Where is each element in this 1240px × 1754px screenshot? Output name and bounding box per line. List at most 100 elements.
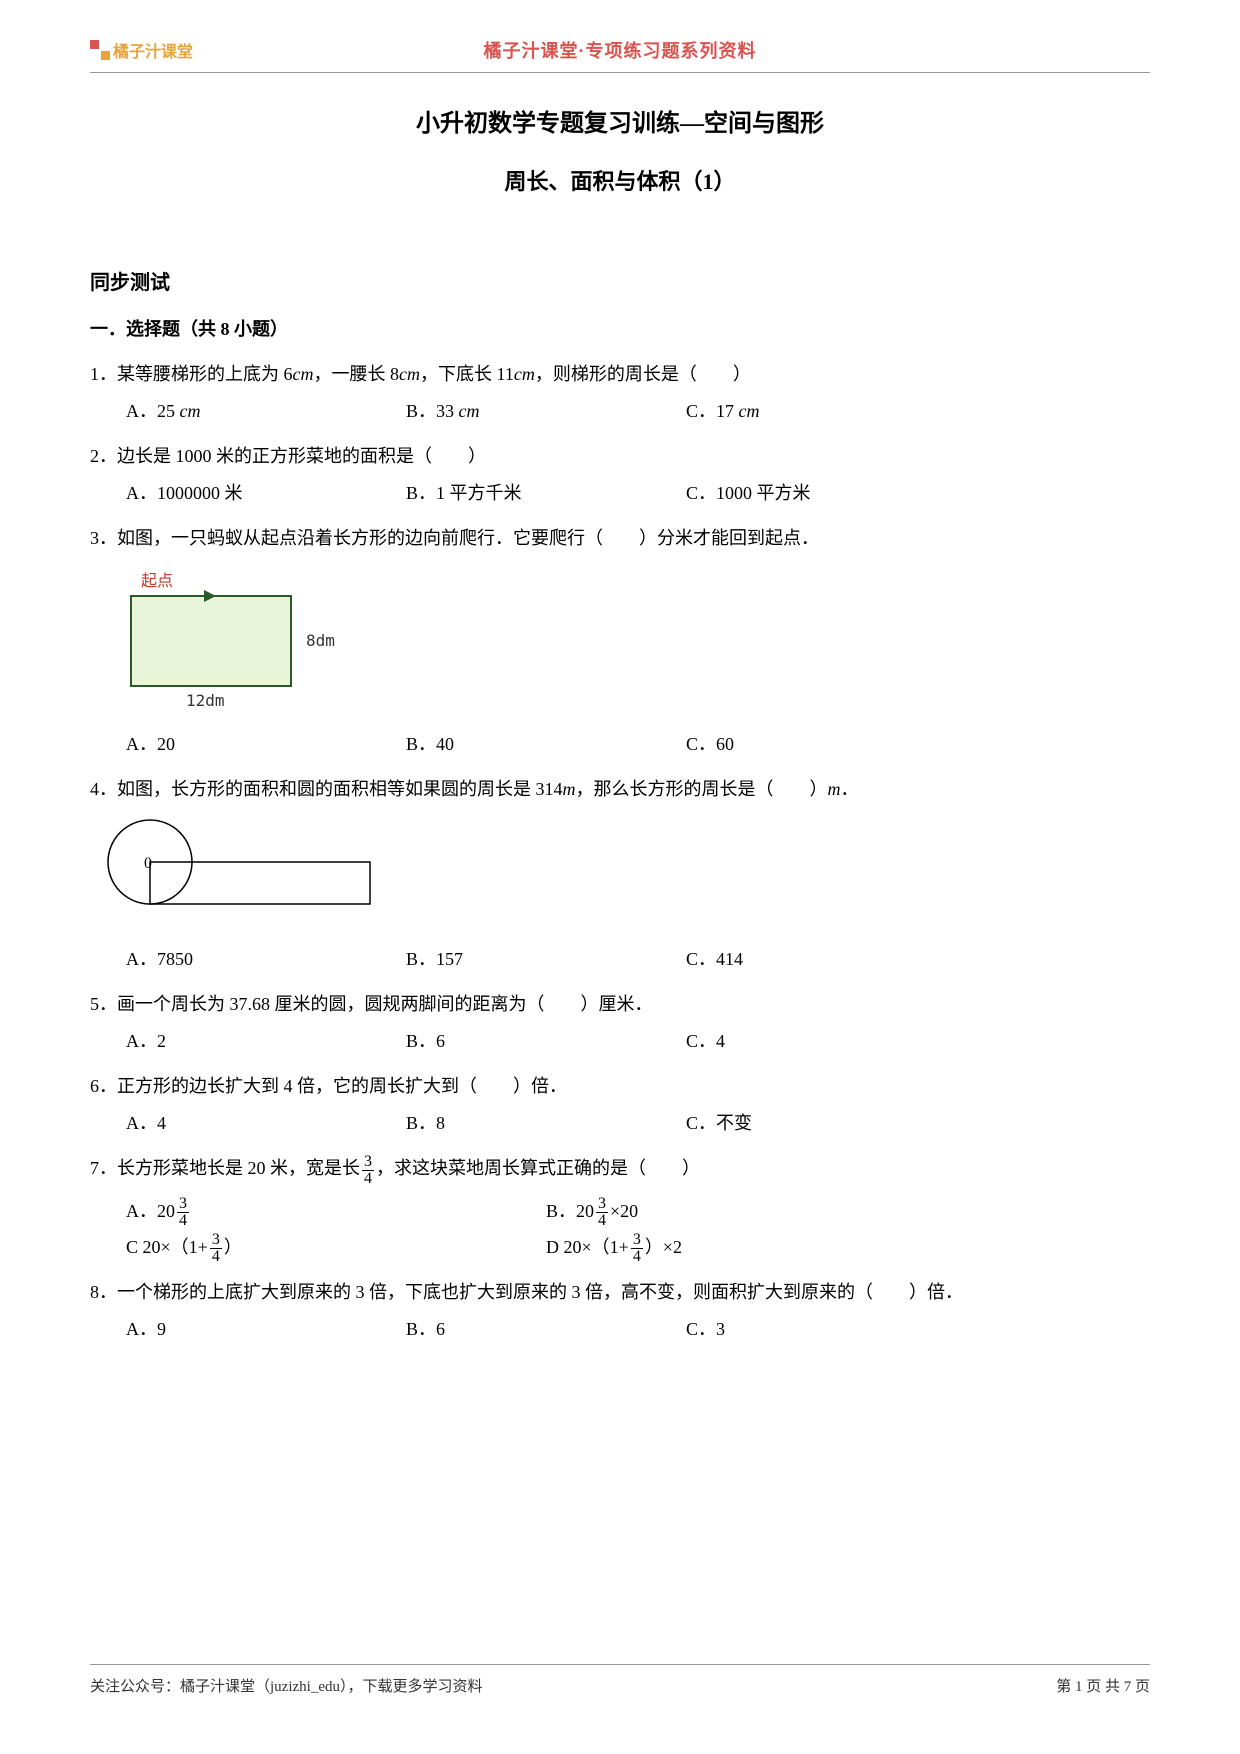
q3-rect-svg: 起点 8dm 12dm — [126, 566, 366, 716]
q7-frac: 34 — [360, 1154, 376, 1187]
q7-d-post: ）×2 — [645, 1237, 682, 1257]
q1-option-c: C．17 cm — [686, 397, 966, 423]
logo-icon — [90, 40, 110, 60]
q6-option-a: A．4 — [126, 1109, 406, 1135]
q7-text-a: 7．长方形菜地长是 20 米，宽是长 — [90, 1158, 360, 1178]
q7-b-pre: B．20 — [546, 1201, 594, 1221]
q3-height-label: 8dm — [306, 631, 335, 650]
q1-unit-1: cm — [293, 364, 314, 384]
header-divider — [90, 72, 1150, 73]
q7-text-b: ，求这块菜地周长算式正确的是（ ） — [376, 1158, 700, 1178]
doc-title: 小升初数学专题复习训练—空间与图形 — [90, 103, 1150, 138]
q1-c-unit: cm — [739, 401, 760, 421]
q4-option-c: C．414 — [686, 945, 966, 971]
q7-options: A．2034 B．2034×20 C 20×（1+34） D 20×（1+34）… — [126, 1193, 1150, 1266]
question-6: 6．正方形的边长扩大到 4 倍，它的周长扩大到（ ）倍． — [90, 1069, 1150, 1103]
q6-options: A．4 B．8 C．不变 — [126, 1109, 1150, 1135]
header-title: 橘子汁课堂·专项练习题系列资料 — [484, 37, 757, 63]
doc-subtitle: 周长、面积与体积（1） — [90, 164, 1150, 196]
q1-b-label: B．33 — [406, 401, 459, 421]
q7-c-frac: 34 — [208, 1232, 224, 1265]
q7-a-pre: A．20 — [126, 1201, 175, 1221]
q7-option-b: B．2034×20 — [546, 1193, 966, 1229]
q7-c-n: 3 — [210, 1232, 222, 1249]
question-3: 3．如图，一只蚂蚁从起点沿着长方形的边向前爬行．它要爬行（ ）分米才能回到起点． — [90, 521, 1150, 555]
q7-a-n: 3 — [177, 1196, 189, 1213]
q8-option-b: B．6 — [406, 1315, 686, 1341]
q1-a-label: A．25 — [126, 401, 180, 421]
q3-option-c: C．60 — [686, 730, 966, 756]
q2-options: A．1000000 米 B．1 平方千米 C．1000 平方米 — [126, 479, 1150, 505]
q1-option-a: A．25 cm — [126, 397, 406, 423]
question-7: 7．长方形菜地长是 20 米，宽是长34，求这块菜地周长算式正确的是（ ） — [90, 1151, 1150, 1186]
footer-left: 关注公众号：橘子汁课堂（juzizhi_edu），下载更多学习资料 — [90, 1675, 482, 1696]
q4-option-a: A．7850 — [126, 945, 406, 971]
q7-option-a: A．2034 — [126, 1193, 546, 1229]
logo-text: 橘子汁课堂 — [113, 38, 193, 62]
q7-d-frac: 34 — [629, 1232, 645, 1265]
q6-option-c: C．不变 — [686, 1109, 966, 1135]
q1-c-label: C．17 — [686, 401, 739, 421]
q7-d-n: 3 — [631, 1232, 643, 1249]
q1-a-unit: cm — [180, 401, 201, 421]
q7-d-pre: D 20×（1+ — [546, 1237, 629, 1257]
q7-b-n: 3 — [596, 1196, 608, 1213]
q4-circle-label: 0 — [144, 855, 152, 872]
q4-option-b: B．157 — [406, 945, 686, 971]
q2-option-a: A．1000000 米 — [126, 479, 406, 505]
q7-c-d: 4 — [210, 1249, 222, 1265]
q4-unit-1: m — [563, 779, 576, 799]
q1-text-b: ，一腰长 8 — [314, 364, 400, 384]
page-footer: 关注公众号：橘子汁课堂（juzizhi_edu），下载更多学习资料 第 1 页 … — [90, 1664, 1150, 1696]
q1-text-a: 1．某等腰梯形的上底为 6 — [90, 364, 293, 384]
q2-option-c: C．1000 平方米 — [686, 479, 966, 505]
q5-option-a: A．2 — [126, 1027, 406, 1053]
q7-frac-d: 4 — [362, 1171, 374, 1187]
question-1: 1．某等腰梯形的上底为 6cm，一腰长 8cm，下底长 11cm，则梯形的周长是… — [90, 357, 1150, 391]
question-5: 5．画一个周长为 37.68 厘米的圆，圆规两脚间的距离为（ ）厘米． — [90, 987, 1150, 1021]
q3-option-a: A．20 — [126, 730, 406, 756]
page-header: 橘子汁课堂 橘子汁课堂·专项练习题系列资料 — [90, 30, 1150, 70]
q4-text-b: ，那么长方形的周长是（ ） — [576, 779, 828, 799]
q3-options: A．20 B．40 C．60 — [126, 730, 1150, 756]
q7-b-d: 4 — [596, 1213, 608, 1229]
q2-option-b: B．1 平方千米 — [406, 479, 686, 505]
q8-option-a: A．9 — [126, 1315, 406, 1341]
footer-divider — [90, 1664, 1150, 1665]
brand-logo: 橘子汁课堂 — [90, 38, 193, 62]
q1-text-d: ，则梯形的周长是（ ） — [535, 364, 751, 384]
q7-b-frac: 34 — [594, 1196, 610, 1229]
q8-options: A．9 B．6 C．3 — [126, 1315, 1150, 1341]
q6-option-b: B．8 — [406, 1109, 686, 1135]
q4-svg: 0 — [100, 812, 400, 922]
q1-b-unit: cm — [459, 401, 480, 421]
q7-c-post: ） — [224, 1237, 242, 1257]
q1-unit-2: cm — [399, 364, 420, 384]
q7-a-d: 4 — [177, 1213, 189, 1229]
q3-figure: 起点 8dm 12dm — [126, 566, 346, 716]
q4-options: A．7850 B．157 C．414 — [126, 945, 1150, 971]
q1-unit-3: cm — [514, 364, 535, 384]
q7-option-d: D 20×（1+34）×2 — [546, 1229, 966, 1265]
q1-options: A．25 cm B．33 cm C．17 cm — [126, 397, 1150, 423]
q3-width-label: 12dm — [186, 691, 225, 710]
q5-options: A．2 B．6 C．4 — [126, 1027, 1150, 1053]
q1-text-c: ，下底长 11 — [420, 364, 514, 384]
q7-option-c: C 20×（1+34） — [126, 1229, 546, 1265]
q4-unit-2: m — [828, 779, 841, 799]
q8-option-c: C．3 — [686, 1315, 966, 1341]
part-1-title: 一．选择题（共 8 小题） — [90, 315, 1150, 341]
q3-option-b: B．40 — [406, 730, 686, 756]
question-4: 4．如图，长方形的面积和圆的面积相等如果圆的周长是 314m，那么长方形的周长是… — [90, 772, 1150, 806]
q7-a-frac: 34 — [175, 1196, 191, 1229]
q3-start-label: 起点 — [141, 572, 173, 590]
q5-option-c: C．4 — [686, 1027, 966, 1053]
question-2: 2．边长是 1000 米的正方形菜地的面积是（ ） — [90, 439, 1150, 473]
q4-figure: 0 — [100, 812, 1150, 927]
footer-right: 第 1 页 共 7 页 — [1056, 1675, 1150, 1696]
q5-option-b: B．6 — [406, 1027, 686, 1053]
q4-text-c: ． — [841, 779, 859, 799]
q7-d-d: 4 — [631, 1249, 643, 1265]
q4-text-a: 4．如图，长方形的面积和圆的面积相等如果圆的周长是 314 — [90, 779, 563, 799]
question-8: 8．一个梯形的上底扩大到原来的 3 倍，下底也扩大到原来的 3 倍，高不变，则面… — [90, 1275, 1150, 1309]
